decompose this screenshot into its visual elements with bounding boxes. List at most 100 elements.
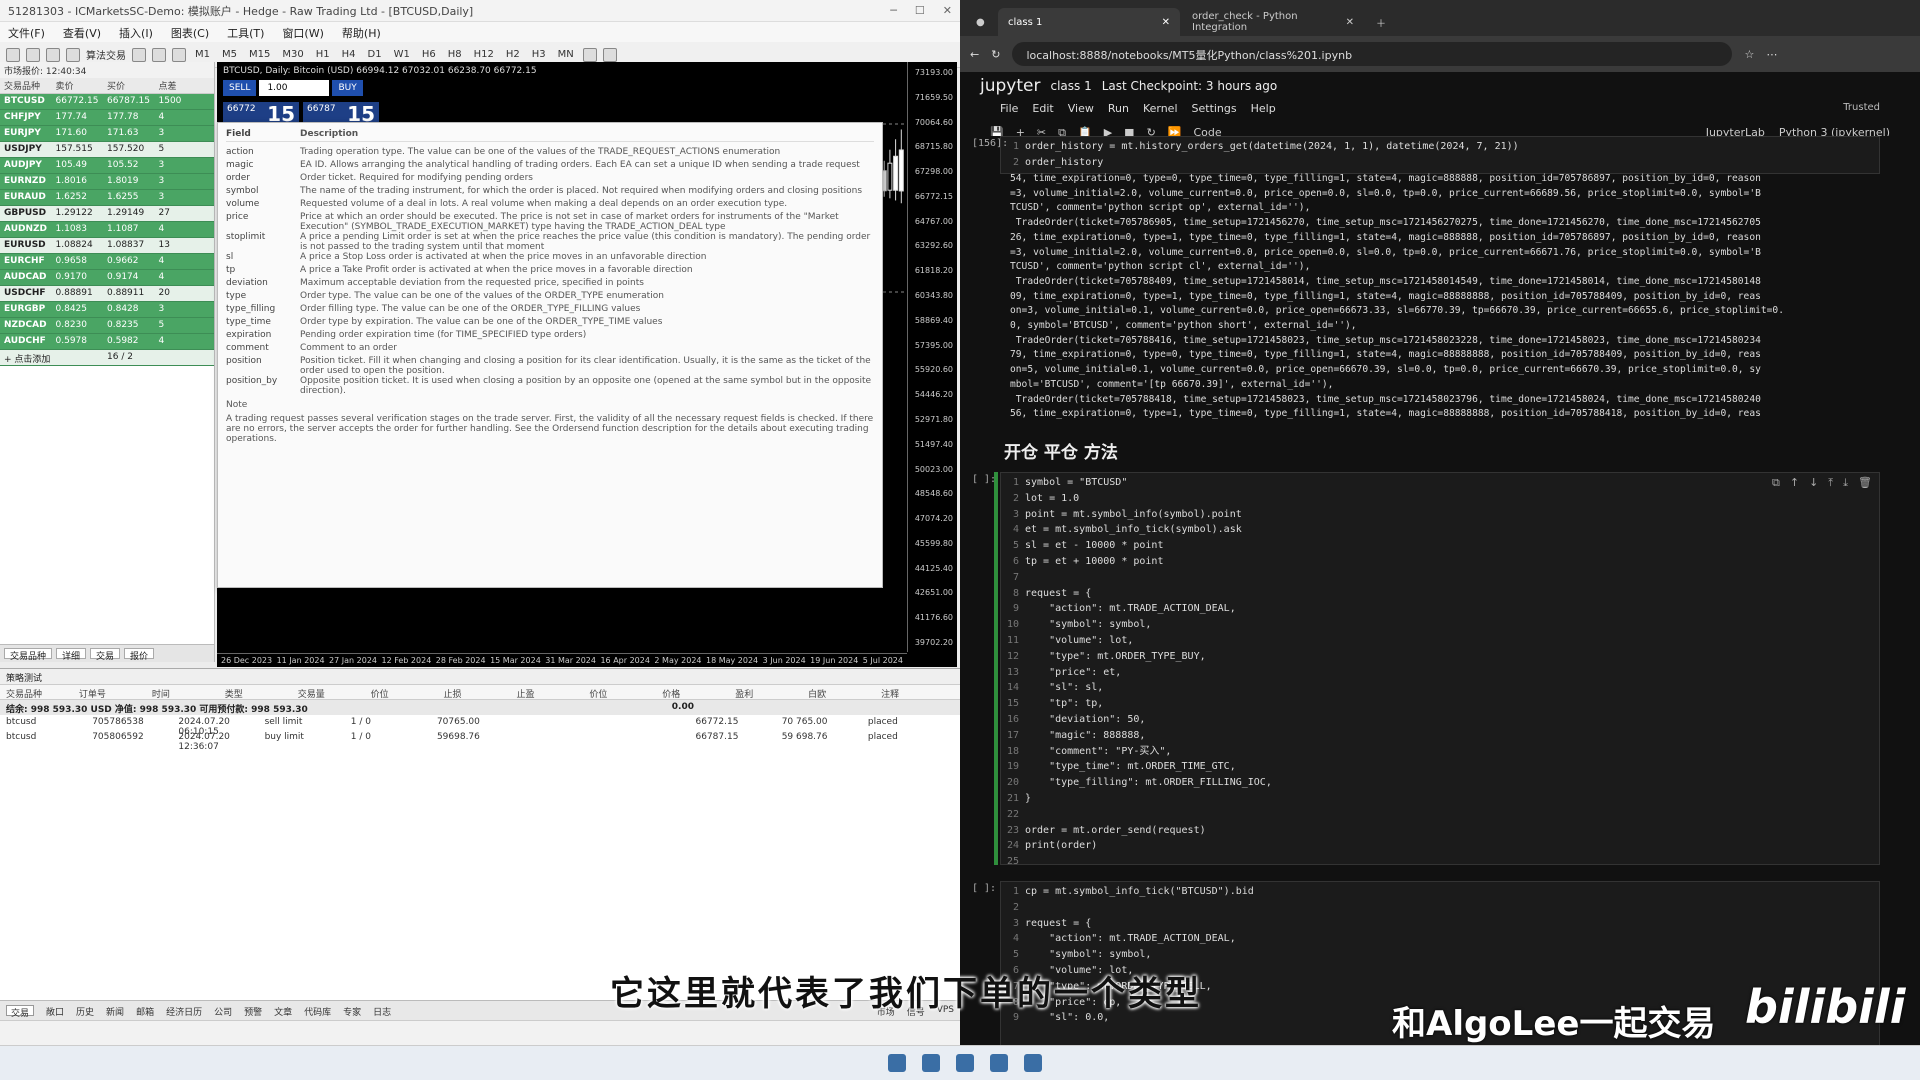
- market-watch-row[interactable]: EURAUD 1.6252 1.6255 3: [0, 190, 214, 206]
- toolbox-tab[interactable]: 文章: [274, 1005, 292, 1018]
- browser-app-icon[interactable]: [956, 1054, 974, 1072]
- jmenu-kernel[interactable]: Kernel: [1143, 102, 1178, 118]
- crosshair-icon[interactable]: [582, 47, 597, 62]
- insert-above-icon[interactable]: ⤒: [1828, 476, 1833, 490]
- buy-button[interactable]: BUY: [332, 80, 363, 96]
- tf-m15[interactable]: M15: [246, 49, 273, 60]
- menu-icon[interactable]: ⋯: [1766, 48, 1777, 61]
- col-bid[interactable]: 卖价: [56, 79, 108, 92]
- jmenu-edit[interactable]: Edit: [1032, 102, 1053, 118]
- toolbox-col[interactable]: 价位: [371, 687, 444, 700]
- order-row[interactable]: btcusd 705786538 2024.07.20 06:10:15 sell l…: [0, 715, 960, 737]
- toolbox-col[interactable]: 注释: [881, 687, 954, 700]
- toolbox-tab[interactable]: 新闻: [106, 1005, 124, 1018]
- market-watch-row[interactable]: BTCUSD 66772.15 66787.15 1500: [0, 94, 214, 110]
- tab-order-check[interactable]: order_check - Python Integration ✕: [1182, 8, 1364, 36]
- toolbox-tab[interactable]: 代码库: [304, 1005, 331, 1018]
- minimize-icon[interactable]: ─: [890, 4, 897, 17]
- zoom-in-icon[interactable]: [132, 47, 146, 62]
- market-watch-row[interactable]: AUDCHF 0.5978 0.5982 4: [0, 334, 214, 350]
- toolbox-col[interactable]: 时间: [152, 687, 225, 700]
- edge-app-icon[interactable]: [1024, 1054, 1042, 1072]
- tf-h12[interactable]: H12: [471, 49, 497, 60]
- tf-h3[interactable]: H3: [529, 49, 549, 60]
- new-tab-icon[interactable]: ＋: [1366, 8, 1396, 36]
- market-watch-row[interactable]: EURGBP 0.8425 0.8428 3: [0, 302, 214, 318]
- market-watch-row[interactable]: NZDCAD 0.8230 0.8235 5: [0, 318, 214, 334]
- market-watch-row[interactable]: AUDNZD 1.1083 1.1087 4: [0, 222, 214, 238]
- col-symbol[interactable]: 交易品种: [4, 79, 56, 92]
- toolbox-tab[interactable]: 公司: [214, 1005, 232, 1018]
- maximize-icon[interactable]: ☐: [915, 4, 925, 17]
- trendline-icon[interactable]: [602, 47, 617, 62]
- menu-view[interactable]: 查看(V): [63, 25, 101, 40]
- code-cell-open-order[interactable]: [ ]: 1 symbol = "BTCUSD" 2 lot = 1.0 3 point …: [972, 472, 1880, 867]
- close-tab-icon[interactable]: ✕: [1162, 17, 1170, 28]
- add-symbol-label[interactable]: + 点击添加: [4, 352, 107, 365]
- jmenu-help[interactable]: Help: [1251, 102, 1276, 118]
- markdown-cell[interactable]: 开仓 平仓 方法: [1000, 434, 1880, 467]
- toolbox-tab[interactable]: 专家: [343, 1005, 361, 1018]
- new-chart-icon[interactable]: [6, 47, 20, 62]
- back-icon[interactable]: ←: [970, 48, 979, 61]
- menu-help[interactable]: 帮助(H): [342, 25, 381, 40]
- tf-m30[interactable]: M30: [279, 49, 306, 60]
- market-watch-row[interactable]: EURUSD 1.08824 1.08837 13: [0, 238, 214, 254]
- toolbox-tab[interactable]: 交易: [6, 1005, 35, 1019]
- notebook-name[interactable]: class 1: [1050, 79, 1091, 93]
- jmenu-settings[interactable]: Settings: [1192, 102, 1237, 118]
- tf-m1[interactable]: M1: [192, 49, 213, 60]
- toolbox-col[interactable]: 价格: [662, 687, 735, 700]
- ask-price-box[interactable]: 66787 15: [303, 102, 379, 126]
- menu-file[interactable]: 文件(F): [8, 25, 45, 40]
- jmenu-view[interactable]: View: [1068, 102, 1094, 118]
- tf-h1[interactable]: H1: [313, 49, 333, 60]
- tf-h6[interactable]: H6: [419, 49, 439, 60]
- market-watch-add[interactable]: + 点击添加 16 / 2: [0, 350, 214, 366]
- navigator-icon[interactable]: [46, 47, 60, 62]
- menu-insert[interactable]: 插入(I): [119, 25, 153, 40]
- toolbox-col[interactable]: 类型: [225, 687, 298, 700]
- lot-input[interactable]: 1.00: [259, 80, 330, 96]
- close-tab-icon[interactable]: ✕: [1346, 17, 1354, 28]
- algo-trading-button[interactable]: 算法交易: [86, 47, 126, 62]
- toolbox-col[interactable]: 止盈: [516, 687, 589, 700]
- jupyter-logo[interactable]: jupyter: [980, 76, 1040, 96]
- market-watch-row[interactable]: USDCHF 0.88891 0.88911 20: [0, 286, 214, 302]
- toolbox-col[interactable]: 订单号: [79, 687, 152, 700]
- mt5-app-icon[interactable]: [922, 1054, 940, 1072]
- tab-class1[interactable]: class 1 ✕: [998, 8, 1180, 36]
- star-icon[interactable]: ☆: [1744, 48, 1754, 61]
- start-icon[interactable]: [888, 1054, 906, 1072]
- tab-symbols[interactable]: 交易品种: [4, 648, 53, 662]
- zoom-out-icon[interactable]: [152, 47, 166, 62]
- trusted-badge[interactable]: Trusted: [1843, 102, 1880, 118]
- jmenu-file[interactable]: File: [1000, 102, 1018, 118]
- market-watch-row[interactable]: AUDCAD 0.9170 0.9174 4: [0, 270, 214, 286]
- tf-h2[interactable]: H2: [503, 49, 523, 60]
- tf-w1[interactable]: W1: [391, 49, 413, 60]
- cell-editor[interactable]: 1 order_history = mt.history_orders_get(d…: [1000, 136, 1880, 174]
- close-icon[interactable]: ✕: [943, 4, 952, 17]
- market-watch-row[interactable]: CHFJPY 177.74 177.78 4: [0, 110, 214, 126]
- menu-window[interactable]: 窗口(W): [282, 25, 323, 40]
- tf-h8[interactable]: H8: [445, 49, 465, 60]
- delete-cell-icon[interactable]: 🗑: [1858, 476, 1872, 490]
- toolbox-col[interactable]: 交易品种: [6, 687, 79, 700]
- tf-mn[interactable]: MN: [555, 49, 577, 60]
- grid-icon[interactable]: [172, 47, 186, 62]
- order-row[interactable]: btcusd 705806592 2024.07.20 12:36:07 buy li…: [0, 730, 960, 752]
- toolbox-col[interactable]: 止损: [444, 687, 517, 700]
- toolbox-tab[interactable]: 日志: [373, 1005, 391, 1018]
- menu-tools[interactable]: 工具(T): [227, 25, 264, 40]
- market-watch-row[interactable]: EURNZD 1.8016 1.8019 3: [0, 174, 214, 190]
- menu-chart[interactable]: 图表(C): [171, 25, 209, 40]
- toolbox-tab[interactable]: 预警: [244, 1005, 262, 1018]
- move-up-icon[interactable]: ↑: [1790, 476, 1799, 490]
- col-spread[interactable]: 点差: [159, 79, 211, 92]
- market-watch-row[interactable]: EURCHF 0.9658 0.9662 4: [0, 254, 214, 270]
- reload-icon[interactable]: ↻: [991, 48, 1000, 61]
- tab-trading[interactable]: 交易: [90, 648, 121, 662]
- market-watch-row[interactable]: GBPUSD 1.29122 1.29149 27: [0, 206, 214, 222]
- tab-details[interactable]: 详细: [56, 648, 87, 662]
